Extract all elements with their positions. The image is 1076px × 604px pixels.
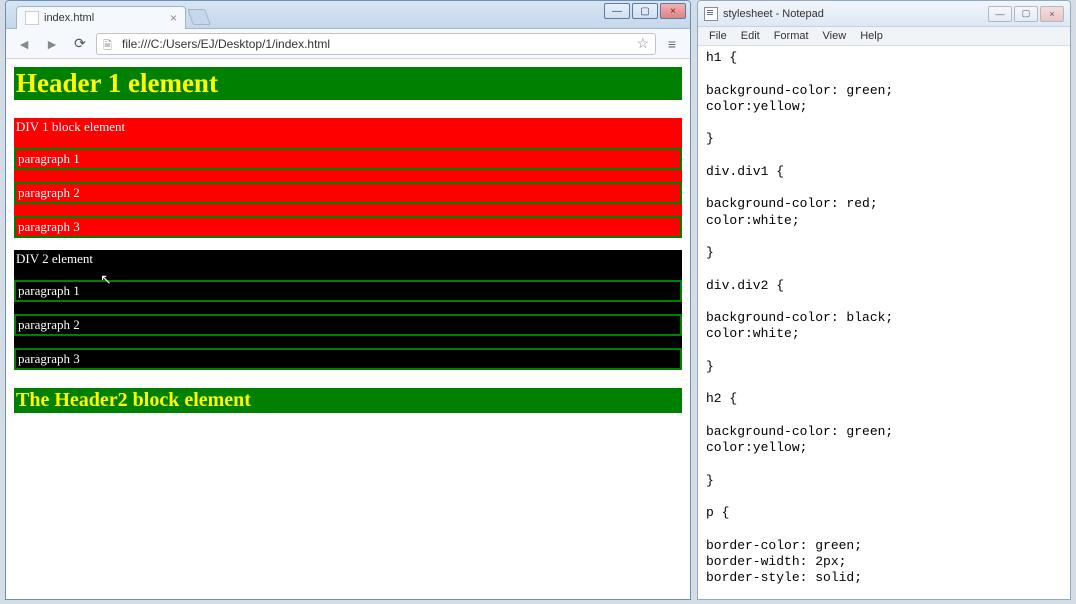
notepad-text-area[interactable]: h1 { background-color: green; color:yell…: [698, 46, 1070, 599]
menu-edit[interactable]: Edit: [734, 29, 767, 43]
notepad-minimize-button[interactable]: —: [988, 6, 1012, 22]
notepad-app-icon: [704, 7, 718, 21]
div2-label: DIV 2 element: [14, 250, 682, 268]
chrome-menu-button[interactable]: ≡: [660, 33, 684, 55]
menu-help[interactable]: Help: [853, 29, 890, 43]
close-button[interactable]: ×: [660, 3, 686, 19]
tab-title: index.html: [44, 12, 94, 24]
heading-2: The Header2 block element: [14, 388, 682, 413]
notepad-close-button[interactable]: ×: [1040, 6, 1064, 22]
bookmark-star-icon[interactable]: ☆: [636, 35, 649, 52]
page-icon: 🗎: [103, 37, 117, 51]
notepad-window-controls: — ▢ ×: [988, 6, 1064, 22]
window-controls: — ▢ ×: [604, 3, 686, 19]
reload-button[interactable]: ⟳: [68, 33, 92, 55]
chrome-toolbar: ◄ ► ⟳ 🗎 file:///C:/Users/EJ/Desktop/1/in…: [6, 29, 690, 59]
menu-format[interactable]: Format: [767, 29, 816, 43]
notepad-window: stylesheet - Notepad — ▢ × File Edit For…: [697, 0, 1071, 600]
notepad-title: stylesheet - Notepad: [723, 8, 824, 20]
heading-1: Header 1 element: [14, 67, 682, 100]
chrome-browser-window: index.html × — ▢ × ◄ ► ⟳ 🗎 file:///C:/Us…: [5, 0, 691, 600]
back-button[interactable]: ◄: [12, 33, 36, 55]
chrome-titlebar[interactable]: index.html × — ▢ ×: [6, 1, 690, 29]
paragraph: paragraph 3: [14, 216, 682, 238]
paragraph: paragraph 3: [14, 348, 682, 370]
url-text: file:///C:/Users/EJ/Desktop/1/index.html: [122, 37, 330, 51]
paragraph: paragraph 1: [14, 280, 682, 302]
paragraph: paragraph 1: [14, 148, 682, 170]
notepad-maximize-button[interactable]: ▢: [1014, 6, 1038, 22]
tab-close-icon[interactable]: ×: [170, 11, 177, 25]
div2-block: DIV 2 element paragraph 1 paragraph 2 pa…: [14, 250, 682, 370]
menu-view[interactable]: View: [816, 29, 854, 43]
forward-button[interactable]: ►: [40, 33, 64, 55]
new-tab-button[interactable]: [187, 9, 211, 25]
div1-label: DIV 1 block element: [14, 118, 682, 136]
rendered-page: Header 1 element DIV 1 block element par…: [6, 59, 690, 599]
minimize-button[interactable]: —: [604, 3, 630, 19]
div1-block: DIV 1 block element paragraph 1 paragrap…: [14, 118, 682, 238]
page-favicon: [25, 11, 39, 25]
notepad-menubar: File Edit Format View Help: [698, 27, 1070, 46]
address-bar[interactable]: 🗎 file:///C:/Users/EJ/Desktop/1/index.ht…: [96, 33, 656, 55]
menu-file[interactable]: File: [702, 29, 734, 43]
paragraph: paragraph 2: [14, 182, 682, 204]
paragraph: paragraph 2: [14, 314, 682, 336]
notepad-titlebar[interactable]: stylesheet - Notepad — ▢ ×: [698, 1, 1070, 27]
browser-tab[interactable]: index.html ×: [16, 6, 186, 29]
maximize-button[interactable]: ▢: [632, 3, 658, 19]
